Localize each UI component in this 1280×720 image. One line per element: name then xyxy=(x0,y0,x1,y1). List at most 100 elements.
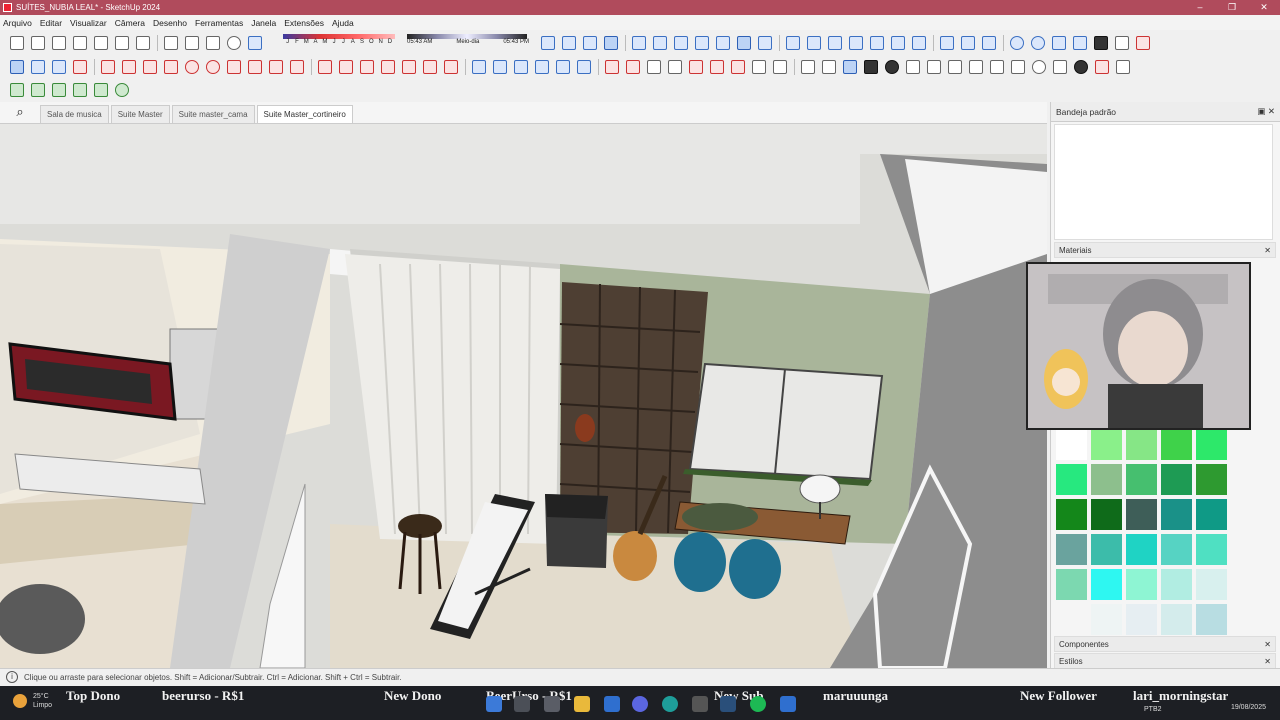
select-arrow-icon[interactable] xyxy=(10,60,24,74)
menu-janela[interactable]: Janela xyxy=(251,18,276,28)
material-swatch[interactable] xyxy=(1056,534,1087,565)
material-swatch[interactable] xyxy=(1196,429,1227,460)
scale-icon[interactable] xyxy=(402,60,416,74)
file-explorer-icon[interactable] xyxy=(574,696,590,712)
material-swatch[interactable] xyxy=(1091,569,1122,600)
eraser-icon[interactable] xyxy=(73,60,87,74)
menu-extensoes[interactable]: Extensões xyxy=(284,18,324,28)
solid-tools-icon[interactable] xyxy=(1094,36,1108,50)
scenes-icon[interactable] xyxy=(927,60,941,74)
model-info-icon[interactable] xyxy=(227,36,241,50)
sandbox-icon[interactable] xyxy=(1073,36,1087,50)
iso-camera-icon[interactable] xyxy=(786,36,800,50)
offset-icon[interactable] xyxy=(423,60,437,74)
shaded-icon[interactable] xyxy=(695,36,709,50)
front-view-icon[interactable] xyxy=(604,36,618,50)
plugin-box-icon[interactable] xyxy=(10,83,24,97)
tape-measure-icon[interactable] xyxy=(472,60,486,74)
extension-warehouse-icon[interactable] xyxy=(1052,36,1066,50)
material-swatch[interactable] xyxy=(1196,499,1227,530)
lasso-icon[interactable] xyxy=(31,60,45,74)
paste-icon[interactable] xyxy=(115,36,129,50)
new-file-icon[interactable] xyxy=(10,36,24,50)
plugin-shield-icon[interactable] xyxy=(52,83,66,97)
weather-widget[interactable]: 25°C Limpo xyxy=(13,692,52,710)
sketchup-taskbar-icon[interactable] xyxy=(604,696,620,712)
scene-tab-suite-master[interactable]: Suite Master xyxy=(110,105,170,123)
shield-icon[interactable] xyxy=(906,60,920,74)
close-icon[interactable]: ✕ xyxy=(1264,657,1271,666)
components-section-header[interactable]: Componentes ✕ xyxy=(1054,636,1276,652)
move-icon[interactable] xyxy=(318,60,332,74)
materials-section-header[interactable]: Materiais ✕ xyxy=(1054,242,1276,258)
top-view-icon[interactable] xyxy=(583,36,597,50)
user-account-icon[interactable] xyxy=(1074,60,1088,74)
material-swatch[interactable] xyxy=(1161,464,1192,495)
material-swatch[interactable] xyxy=(1091,604,1122,635)
edge-browser-icon[interactable] xyxy=(662,696,678,712)
freehand-icon[interactable] xyxy=(122,60,136,74)
material-swatch[interactable] xyxy=(1126,604,1157,635)
orbit-view-icon[interactable] xyxy=(541,36,555,50)
layers-icon[interactable] xyxy=(864,60,878,74)
scene-tab-sala-de-musica[interactable]: Sala de musica xyxy=(40,105,109,123)
pan-icon[interactable] xyxy=(626,60,640,74)
shaded-texture-icon[interactable] xyxy=(716,36,730,50)
save-icon[interactable] xyxy=(52,36,66,50)
delete-icon[interactable] xyxy=(136,36,150,50)
scene-tab-suite-master-cortineiro[interactable]: Suite Master_cortineiro xyxy=(256,105,353,123)
material-swatch[interactable] xyxy=(1126,429,1157,460)
arc-icon[interactable] xyxy=(227,60,241,74)
material-swatch[interactable] xyxy=(1196,534,1227,565)
text-icon[interactable] xyxy=(535,60,549,74)
spotify-icon[interactable] xyxy=(750,696,766,712)
task-view-icon[interactable] xyxy=(514,696,530,712)
material-swatch[interactable] xyxy=(1161,429,1192,460)
iso-view-icon[interactable] xyxy=(562,36,576,50)
material-swatch[interactable] xyxy=(1056,499,1087,530)
instructor-icon[interactable] xyxy=(1053,60,1067,74)
tray-close-icon[interactable]: ▣ ✕ xyxy=(1257,106,1275,117)
checker-icon[interactable] xyxy=(948,60,962,74)
warehouse-icon[interactable] xyxy=(1031,36,1045,50)
dimension-icon[interactable] xyxy=(493,60,507,74)
print-icon[interactable] xyxy=(206,36,220,50)
menu-ajuda[interactable]: Ajuda xyxy=(332,18,354,28)
components-icon[interactable] xyxy=(801,60,815,74)
plugin-cube-icon[interactable] xyxy=(73,83,87,97)
section-cut-icon[interactable] xyxy=(982,36,996,50)
material-swatch[interactable] xyxy=(1091,429,1122,460)
rotated-rect-icon[interactable] xyxy=(164,60,178,74)
front-camera-icon[interactable] xyxy=(828,36,842,50)
minimize-button[interactable]: – xyxy=(1184,0,1216,15)
system-date[interactable]: 19/08/2025 xyxy=(1231,704,1266,711)
outliner-icon[interactable] xyxy=(1011,60,1025,74)
discord-icon[interactable] xyxy=(632,696,648,712)
cut-icon[interactable] xyxy=(73,36,87,50)
section-plane-icon[interactable] xyxy=(940,36,954,50)
search-icon[interactable]: ⌕ xyxy=(0,101,40,123)
wireframe-icon[interactable] xyxy=(653,36,667,50)
rotate-icon[interactable] xyxy=(360,60,374,74)
material-swatch[interactable] xyxy=(1091,464,1122,495)
close-icon[interactable]: ✕ xyxy=(1264,640,1271,649)
rectangle-icon[interactable] xyxy=(143,60,157,74)
three-point-arc-icon[interactable] xyxy=(290,60,304,74)
add-icon[interactable] xyxy=(885,60,899,74)
zoom-window-icon[interactable] xyxy=(668,60,682,74)
menu-desenho[interactable]: Desenho xyxy=(153,18,187,28)
material-swatch[interactable] xyxy=(1091,534,1122,565)
menu-ferramentas[interactable]: Ferramentas xyxy=(195,18,243,28)
plugin-gear-icon[interactable] xyxy=(115,83,129,97)
flip-icon[interactable] xyxy=(444,60,458,74)
sun-study-icon[interactable] xyxy=(1095,60,1109,74)
scene-tab-suite-master-cama[interactable]: Suite master_cama xyxy=(171,105,255,123)
pie-icon[interactable] xyxy=(269,60,283,74)
model-viewport[interactable] xyxy=(0,124,1047,668)
box-icon[interactable] xyxy=(1115,36,1129,50)
left-camera-icon[interactable] xyxy=(891,36,905,50)
steam-icon[interactable] xyxy=(720,696,736,712)
info-icon[interactable]: i xyxy=(6,671,18,683)
right-camera-icon[interactable] xyxy=(849,36,863,50)
look-around-icon[interactable] xyxy=(752,60,766,74)
